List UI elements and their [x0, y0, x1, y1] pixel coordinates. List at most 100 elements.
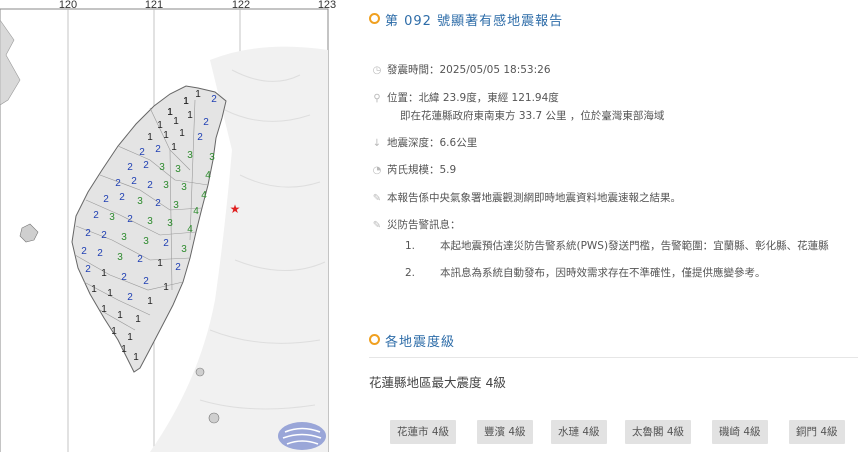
intensity-value-label: 2	[163, 238, 169, 249]
alert-item-2-num: 2.	[405, 267, 416, 279]
intensity-value-label: 3	[147, 216, 153, 227]
station-badge[interactable]: 太魯閣 4級	[625, 420, 692, 444]
pencil-icon: ✎	[372, 220, 382, 231]
intensity-value-label: 2	[155, 198, 161, 209]
region-max-intensity: 花蓮縣地區最大震度 4級	[369, 375, 506, 390]
intensity-map: 120 121 122 123 ★ 1112111211122213322334…	[0, 0, 343, 452]
intensity-value-label: 2	[103, 194, 109, 205]
cwa-logo	[278, 422, 326, 450]
alert-item-1-num: 1.	[405, 240, 416, 252]
station-badge[interactable]: 銅門 4級	[789, 420, 845, 444]
intensity-value-label: 3	[175, 164, 181, 175]
intensity-value-label: 1	[187, 110, 193, 121]
location: 位置：北緯 23.9度，東經 121.94度	[387, 92, 559, 104]
intensity-value-label: 1	[121, 344, 127, 355]
epicenter-star-icon: ★	[230, 202, 241, 216]
intensity-value-label: 2	[85, 264, 91, 275]
intensity-value-label: 2	[131, 176, 137, 187]
intensity-value-label: 3	[163, 180, 169, 191]
green-island	[195, 367, 205, 377]
alert-item-1: 1. 本起地震預估達災防告警系統(PWS)發送門檻，告警範圍：宜蘭縣、彰化縣、花蓮…	[405, 238, 829, 253]
intensity-value-label: 2	[127, 162, 133, 173]
station-badge[interactable]: 豐濱 4級	[477, 420, 533, 444]
intensity-value-label: 1	[167, 107, 173, 118]
intensity-value-label: 2	[175, 262, 181, 273]
lon-tick-121: 121	[145, 0, 163, 11]
intensity-value-label: 1	[157, 258, 163, 269]
station-badge[interactable]: 花蓮市 4級	[390, 420, 457, 444]
intensity-value-label: 2	[97, 248, 103, 259]
report-title-text: 第 092 號顯著有感地震報告	[385, 14, 564, 29]
ring-bullet-icon	[369, 334, 380, 345]
intensity-value-label: 1	[133, 352, 139, 363]
station-badge[interactable]: 水璉 4級	[551, 420, 607, 444]
intensity-value-label: 2	[93, 210, 99, 221]
intensity-value-label: 4	[201, 190, 207, 201]
origin-time-row: ◷ 發震時間：2025/05/05 18:53:26	[371, 63, 551, 78]
intensity-value-label: 3	[173, 200, 179, 211]
intensity-value-label: 1	[173, 116, 179, 127]
lon-tick-122: 122	[232, 0, 250, 11]
intensity-value-label: 2	[211, 94, 217, 105]
intensity-value-label: 2	[137, 254, 143, 265]
intensity-value-label: 2	[143, 276, 149, 287]
note-row: ✎ 本報告係中央氣象署地震觀測網即時地震資料地震速報之結果。	[371, 191, 681, 206]
report-title: 第 092 號顯著有感地震報告	[369, 10, 563, 29]
intensity-value-label: 3	[109, 212, 115, 223]
intensity-value-label: 2	[115, 178, 121, 189]
magnitude: 芮氏規模：5.9	[387, 164, 457, 176]
intensity-value-label: 1	[163, 282, 169, 293]
location-detail: 即在花蓮縣政府東南東方 33.7 公里 ，位於臺灣東部海域	[400, 110, 665, 122]
intensity-section-title-text: 各地震度級	[385, 335, 456, 350]
arrow-down-icon: ↓	[372, 138, 382, 149]
intensity-value-label: 1	[101, 268, 107, 279]
lon-tick-123: 123	[318, 0, 336, 11]
ring-bullet-icon	[369, 13, 380, 24]
map-svg: 120 121 122 123 ★ 111 21 1121 1 1 22 2 13 32 2 3 34…	[0, 0, 336, 452]
intensity-value-label: 3	[159, 162, 165, 173]
intensity-value-label: 2	[147, 180, 153, 191]
alert-item-1-text: 本起地震預估達災防告警系統(PWS)發送門檻，告警範圍：宜蘭縣、彰化縣、花蓮縣	[440, 240, 829, 252]
alert-item-2: 2. 本訊息為系統自動發布，因時效需求存在不準確性，僅提供應變參考。	[405, 265, 766, 280]
lon-tick-120: 120	[59, 0, 77, 11]
intensity-value-label: 2	[203, 117, 209, 128]
intensity-value-label: 4	[187, 224, 193, 235]
intensity-value-label: 2	[127, 292, 133, 303]
alert-item-2-text: 本訊息為系統自動發布，因時效需求存在不準確性，僅提供應變參考。	[440, 267, 766, 279]
earthquake-report: 第 092 號顯著有感地震報告 ◷ 發震時間：2025/05/05 18:53:2…	[343, 0, 858, 452]
intensity-value-label: 1	[117, 310, 123, 321]
intensity-value-label: 1	[107, 288, 113, 299]
intensity-value-label: 2	[85, 228, 91, 239]
alert-row: ✎ 災防告警訊息：	[371, 218, 461, 233]
intensity-value-label: 1	[183, 96, 189, 107]
intensity-value-label: 1	[127, 332, 133, 343]
intensity-value-label: 1	[101, 304, 107, 315]
intensity-value-label: 3	[121, 232, 127, 243]
report-note: 本報告係中央氣象署地震觀測網即時地震資料地震速報之結果。	[387, 192, 681, 204]
intensity-value-label: 3	[117, 252, 123, 263]
intensity-section-title: 各地震度級	[369, 331, 455, 350]
section-divider	[369, 357, 858, 358]
intensity-value-label: 1	[171, 142, 177, 153]
intensity-value-label: 3	[167, 218, 173, 229]
intensity-value-label: 2	[197, 132, 203, 143]
station-badge[interactable]: 磯崎 4級	[712, 420, 768, 444]
gauge-icon: ◔	[372, 165, 382, 176]
intensity-value-label: 1	[147, 296, 153, 307]
magnitude-row: ◔ 芮氏規模：5.9	[371, 163, 457, 178]
intensity-value-label: 2	[121, 272, 127, 283]
intensity-value-label: 1	[179, 128, 185, 139]
intensity-value-label: 2	[81, 246, 87, 257]
intensity-value-label: 3	[181, 244, 187, 255]
intensity-value-label: 2	[155, 144, 161, 155]
intensity-value-label: 2	[101, 230, 107, 241]
map-pin-icon: ⚲	[373, 93, 381, 104]
alert-title: 災防告警訊息：	[387, 219, 461, 231]
clock-icon: ◷	[372, 65, 382, 76]
intensity-value-label: 1	[111, 326, 117, 337]
intensity-value-label: 3	[137, 196, 143, 207]
intensity-value-label: 1	[147, 132, 153, 143]
intensity-value-label: 2	[143, 160, 149, 171]
intensity-value-label: 3	[143, 236, 149, 247]
intensity-value-label: 3	[187, 150, 193, 161]
